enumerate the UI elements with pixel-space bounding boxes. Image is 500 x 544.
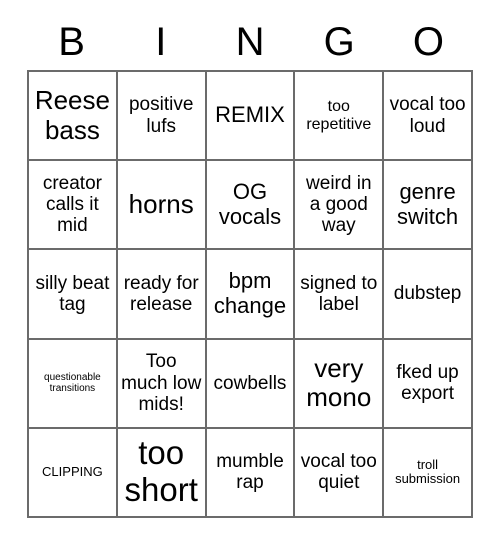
- header-letter-b: B: [58, 20, 85, 64]
- bingo-cell-label: creator calls it mid: [42, 172, 102, 237]
- bingo-cell[interactable]: bpm change: [206, 250, 296, 340]
- bingo-cell-label: silly beat tag: [35, 272, 110, 315]
- bingo-cell-label: questionable transitions: [44, 371, 101, 395]
- bingo-cell-label: dubstep: [393, 283, 462, 305]
- header-letter-n: N: [235, 20, 265, 64]
- bingo-cell[interactable]: genre switch: [384, 161, 473, 251]
- bingo-cell-label: ready for release: [123, 272, 199, 315]
- bingo-cell-label: horns: [128, 189, 194, 220]
- bingo-cell-label: mumble rap: [216, 451, 284, 494]
- bingo-cell-label: positive lufs: [128, 94, 194, 137]
- bingo-cell[interactable]: signed to label: [295, 250, 385, 340]
- bingo-cell[interactable]: vocal too loud: [384, 72, 473, 162]
- bingo-cell[interactable]: creator calls it mid: [29, 161, 118, 251]
- bingo-row: CLIPPING too short mumble rap vocal too …: [29, 428, 473, 518]
- bingo-cell[interactable]: Reese bass: [29, 72, 118, 162]
- bingo-cell-label: OG vocals: [218, 179, 282, 229]
- bingo-cell[interactable]: weird in a good way: [295, 161, 385, 251]
- bingo-cell[interactable]: Too much low mids!: [117, 339, 207, 429]
- bingo-cell[interactable]: ready for release: [117, 250, 207, 340]
- header-letter-i: I: [155, 20, 167, 64]
- bingo-cell[interactable]: questionable transitions: [29, 339, 118, 429]
- bingo-cell[interactable]: OG vocals: [206, 161, 296, 251]
- bingo-cell-label: troll submission: [395, 456, 461, 487]
- bingo-cell[interactable]: mumble rap: [206, 428, 296, 518]
- bingo-cell[interactable]: vocal too quiet: [295, 428, 385, 518]
- bingo-row: questionable transitions Too much low mi…: [29, 339, 473, 429]
- bingo-cell[interactable]: cowbells: [206, 339, 296, 429]
- bingo-cell[interactable]: fked up export: [384, 339, 473, 429]
- bingo-card: B I N G O Reese bass positive lufs REMIX…: [27, 14, 473, 518]
- header-letter-g: G: [323, 20, 355, 64]
- bingo-cell-label: bpm change: [213, 268, 287, 318]
- bingo-cell-label: fked up export: [396, 361, 459, 405]
- bingo-cell[interactable]: too short: [117, 428, 207, 518]
- bingo-cell[interactable]: very mono: [295, 339, 385, 429]
- bingo-grid: Reese bass positive lufs REMIX too repet…: [27, 70, 473, 518]
- bingo-cell[interactable]: positive lufs: [117, 72, 207, 162]
- bingo-cell-label: too short: [124, 434, 198, 509]
- bingo-cell-label: REMIX: [215, 102, 285, 128]
- bingo-cell-label: cowbells: [213, 372, 287, 394]
- bingo-cell-label: too repetitive: [306, 97, 372, 133]
- bingo-cell-label: vocal too loud: [389, 94, 466, 137]
- bingo-cell-label: weird in a good way: [306, 172, 372, 237]
- bingo-cell[interactable]: too repetitive: [295, 72, 385, 162]
- bingo-cell-label: CLIPPING: [42, 464, 103, 480]
- bingo-header: B I N G O: [27, 14, 473, 70]
- bingo-cell[interactable]: silly beat tag: [29, 250, 118, 340]
- bingo-cell[interactable]: troll submission: [384, 428, 473, 518]
- bingo-cell[interactable]: horns: [117, 161, 207, 251]
- bingo-cell-label: Reese bass: [34, 85, 110, 145]
- bingo-row: Reese bass positive lufs REMIX too repet…: [29, 72, 473, 162]
- bingo-cell-label: genre switch: [397, 179, 459, 229]
- bingo-cell[interactable]: CLIPPING: [29, 428, 118, 518]
- bingo-cell-label: very mono: [306, 353, 372, 413]
- bingo-cell[interactable]: dubstep: [384, 250, 473, 340]
- bingo-row: silly beat tag ready for release bpm cha…: [29, 250, 473, 340]
- bingo-cell[interactable]: REMIX: [206, 72, 296, 162]
- bingo-cell-label: signed to label: [300, 272, 378, 315]
- bingo-row: creator calls it mid horns OG vocals wei…: [29, 161, 473, 251]
- header-letter-o: O: [412, 20, 444, 64]
- bingo-cell-label: vocal too quiet: [300, 451, 377, 494]
- bingo-cell-label: Too much low mids!: [121, 351, 202, 415]
